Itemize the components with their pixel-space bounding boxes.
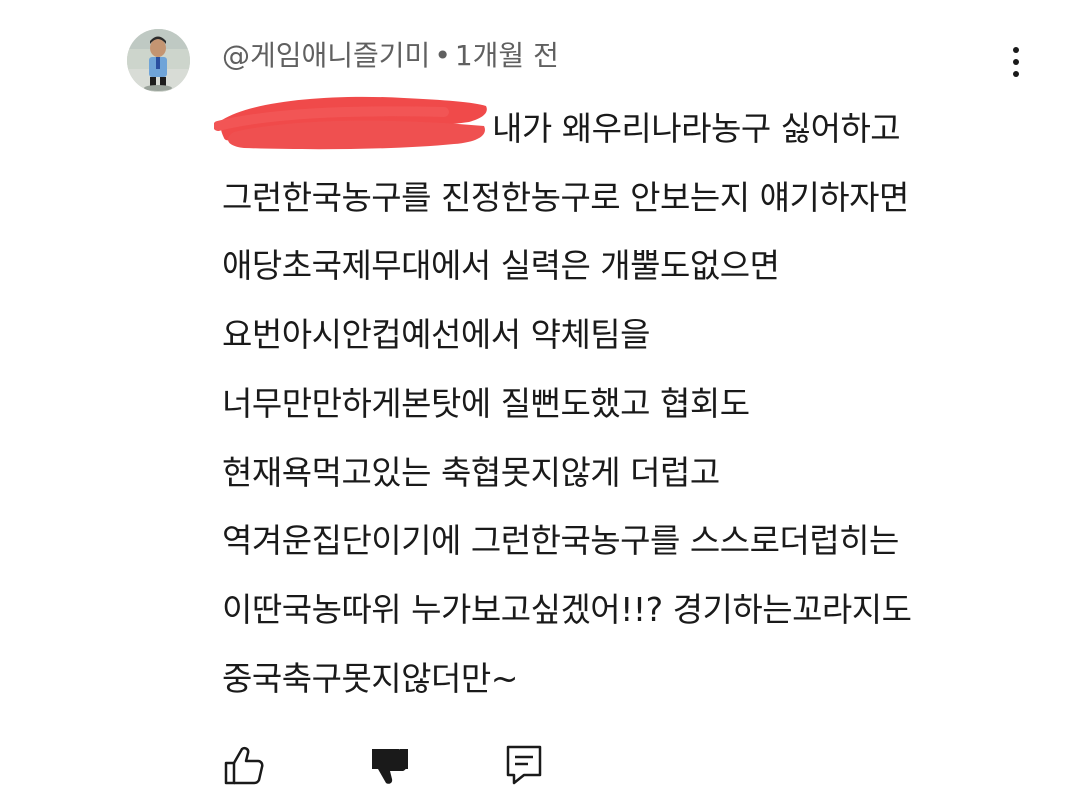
more-vertical-icon-dot <box>1013 59 1019 65</box>
comment-line: 이딴국농따위 누가보고싶겠어!!? 경기하는꼬라지도 <box>222 589 912 629</box>
avatar[interactable] <box>127 29 190 92</box>
comment-line: 요번아시안컵예선에서 약체팀을 <box>222 315 651 355</box>
author-handle[interactable]: @게임애니즐기미 <box>222 39 430 72</box>
more-options-button[interactable] <box>996 40 1036 84</box>
comment-card: @게임애니즐기미 • 1개월 전 내가 왜우리나라농구 싫어하고 그런한국농구를 진… <box>0 0 1080 803</box>
comment-line: 중국축구못지않더만~ <box>222 658 518 698</box>
comment-line: 애당초국제무대에서 실력은 개뿔도없으면 <box>222 246 780 286</box>
comment-line: 너무만만하게본탓에 질뻔도했고 협회도 <box>222 383 750 423</box>
more-vertical-icon <box>1013 47 1019 53</box>
dislike-button[interactable] <box>366 743 410 787</box>
comment-line: 내가 왜우리나라농구 싫어하고 <box>492 109 901 148</box>
thumbs-up-outline-icon <box>224 746 264 785</box>
comment-line: 그런한국농구를 진정한농구로 안보는지 얘기하자면 <box>222 177 909 217</box>
comment-timestamp: 1개월 전 <box>454 39 559 72</box>
comment-body: 내가 왜우리나라농구 싫어하고 그런한국농구를 진정한농구로 안보는지 얘기하자… <box>222 95 1042 713</box>
reply-button[interactable] <box>502 743 546 787</box>
reply-comment-icon <box>506 745 542 785</box>
like-button[interactable] <box>222 743 266 787</box>
avatar-figure <box>127 29 190 92</box>
meta-separator: • <box>434 39 451 72</box>
thumbs-down-filled-icon <box>372 749 408 784</box>
comment-meta: @게임애니즐기미 • 1개월 전 <box>222 36 559 76</box>
comment-line: 현재욕먹고있는 축협못지않게 더럽고 <box>222 452 720 492</box>
comment-line: 역겨운집단이기에 그런한국농구를 스스로더럽히는 <box>222 521 899 561</box>
more-vertical-icon-dot <box>1013 71 1019 77</box>
